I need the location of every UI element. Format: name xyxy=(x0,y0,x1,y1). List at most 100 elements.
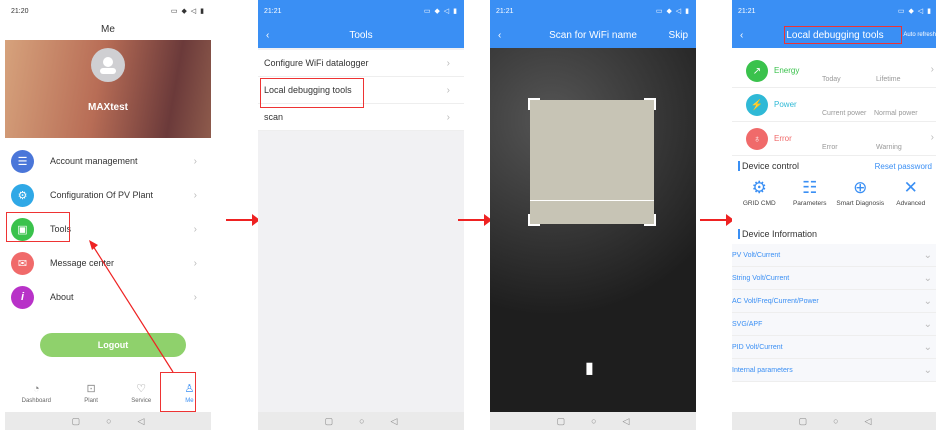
info-label: PID Volt/Current xyxy=(732,343,783,351)
chevron-right-icon: › xyxy=(930,132,934,143)
scan-corner xyxy=(528,98,540,110)
flashlight-icon[interactable]: ▮ xyxy=(585,358,594,378)
recent-apps-icon[interactable]: ▢ xyxy=(72,416,81,427)
crosshair-icon: ⊕ xyxy=(853,178,868,197)
header: 21:21 ▭ ◆ ◁ ▮ ‹ Tools xyxy=(258,0,464,48)
info-row[interactable]: Internal parameters ⌄ xyxy=(732,359,936,382)
home-icon[interactable]: ○ xyxy=(359,416,364,426)
home-icon[interactable]: ○ xyxy=(833,416,838,426)
status-time: 21:21 xyxy=(738,7,756,15)
card-error[interactable]: ♁ Error Error Warning › xyxy=(732,122,936,156)
scan-line xyxy=(530,200,654,201)
info-label: AC Volt/Freq/Current/Power xyxy=(732,297,819,305)
control-grid-cmd[interactable]: ⚙ GRID CMD xyxy=(735,178,783,224)
control-parameters[interactable]: ☷ Parameters xyxy=(786,178,834,224)
home-icon[interactable]: ○ xyxy=(591,416,596,426)
chevron-right-icon: › xyxy=(446,84,450,96)
info-row[interactable]: PID Volt/Current ⌄ xyxy=(732,336,936,359)
device-control-section: Device control Reset password xyxy=(732,156,936,176)
control-label: Advanced xyxy=(896,200,926,207)
error-icon: ♁ xyxy=(746,128,768,150)
chevron-down-icon: ⌄ xyxy=(923,364,932,376)
flow-arrow xyxy=(458,214,492,226)
info-label: String Volt/Current xyxy=(732,274,790,282)
section-title: Device Information xyxy=(742,229,818,239)
phone-local-debugging-screen: 21:21 ▭ ◆ ◁ ▮ ‹ Local debugging tools Aut… xyxy=(732,0,936,430)
back-icon[interactable]: ◁ xyxy=(138,416,145,427)
navbar: ‹ Tools xyxy=(258,22,464,48)
chevron-down-icon: ⌄ xyxy=(923,272,932,284)
page-title: Tools xyxy=(349,29,373,41)
system-nav-bar: ▢ ○ ◁ xyxy=(5,412,211,430)
chevron-right-icon: › xyxy=(930,64,934,75)
flow-arrow xyxy=(226,214,260,226)
info-row[interactable]: PV Volt/Current ⌄ xyxy=(732,244,936,267)
chevron-down-icon: ⌄ xyxy=(923,295,932,307)
status-icons: ▭ ◆ ◁ ▮ xyxy=(897,8,932,15)
card-power[interactable]: ⚡ Power Current power Normal power xyxy=(732,88,936,122)
normal-power: Normal power xyxy=(874,110,918,117)
error-count: Error xyxy=(822,144,838,151)
warning-count: Warning xyxy=(876,144,902,151)
sliders-icon: ☷ xyxy=(802,178,818,197)
home-icon[interactable]: ○ xyxy=(106,416,111,426)
back-icon[interactable]: ◁ xyxy=(623,416,630,427)
status-time: 21:21 xyxy=(264,7,282,15)
tool-label: Configure WiFi datalogger xyxy=(264,58,369,68)
control-label: GRID CMD xyxy=(742,200,776,207)
info-row[interactable]: AC Volt/Freq/Current/Power ⌄ xyxy=(732,290,936,313)
control-advanced[interactable]: ✕ Advanced xyxy=(887,178,935,224)
scan-window xyxy=(530,100,654,224)
back-icon[interactable]: ◁ xyxy=(391,416,398,427)
device-info-section: Device Information xyxy=(732,224,936,244)
energy-label: Energy xyxy=(774,66,800,75)
skip-button[interactable]: Skip xyxy=(669,30,688,41)
highlight-local-debugging xyxy=(260,78,364,108)
phone-tools-screen: 21:21 ▭ ◆ ◁ ▮ ‹ Tools Configure WiFi data… xyxy=(258,0,464,430)
power-icon: ⚡ xyxy=(746,94,768,116)
tool-configure-wifi[interactable]: Configure WiFi datalogger › xyxy=(258,50,464,77)
tool-scan[interactable]: scan › xyxy=(258,104,464,131)
control-smart-diagnosis[interactable]: ⊕ Smart Diagnosis xyxy=(836,178,884,224)
current-power: Current power xyxy=(822,110,867,117)
info-label: PV Volt/Current xyxy=(732,251,781,259)
system-nav-bar: ▢ ○ ◁ xyxy=(732,412,936,430)
recent-apps-icon[interactable]: ▢ xyxy=(325,416,334,427)
navbar: ‹ Scan for WiFi name Skip xyxy=(490,22,696,48)
page-title: Scan for WiFi name xyxy=(549,29,637,41)
chevron-down-icon: ⌄ xyxy=(923,341,932,353)
chevron-down-icon: ⌄ xyxy=(923,318,932,330)
energy-icon: ↗ xyxy=(746,60,768,82)
energy-lifetime: Lifetime xyxy=(876,76,901,83)
control-label: Smart Diagnosis xyxy=(836,200,885,207)
device-info-list: PV Volt/Current ⌄ String Volt/Current ⌄ AC… xyxy=(732,244,936,382)
system-nav-bar: ▢ ○ ◁ xyxy=(490,412,696,430)
info-row[interactable]: String Volt/Current ⌄ xyxy=(732,267,936,290)
auto-refresh-toggle[interactable]: Auto refresh xyxy=(903,32,936,38)
status-icons: ▭ ◆ ◁ ▮ xyxy=(655,8,690,15)
info-label: Internal parameters xyxy=(732,366,793,374)
power-label: Power xyxy=(774,100,797,109)
scan-corner xyxy=(644,98,656,110)
status-bar: 21:21 ▭ ◆ ◁ ▮ xyxy=(258,0,464,22)
recent-apps-icon[interactable]: ▢ xyxy=(557,416,566,427)
flow-arrow xyxy=(700,214,734,226)
recent-apps-icon[interactable]: ▢ xyxy=(799,416,808,427)
device-control-grid: ⚙ GRID CMD ☷ Parameters ⊕ Smart Diagnosis ✕… xyxy=(732,176,936,224)
error-label: Error xyxy=(774,134,792,143)
gear-icon: ⚙ xyxy=(751,178,767,197)
wrench-icon: ✕ xyxy=(903,178,918,197)
header: 21:21 ▭ ◆ ◁ ▮ ‹ Scan for WiFi name Skip xyxy=(490,0,696,48)
control-label: Parameters xyxy=(792,200,827,207)
info-row[interactable]: SVG/APF ⌄ xyxy=(732,313,936,336)
status-bar: 21:21 ▭ ◆ ◁ ▮ xyxy=(490,0,696,22)
info-label: SVG/APF xyxy=(732,320,763,328)
camera-preview: ▮ xyxy=(490,48,696,412)
system-nav-bar: ▢ ○ ◁ xyxy=(258,412,464,430)
reset-password-link[interactable]: Reset password xyxy=(875,162,932,171)
scan-corner xyxy=(644,214,656,226)
back-icon[interactable]: ◁ xyxy=(865,416,872,427)
section-title: Device control xyxy=(742,161,800,171)
scan-corner xyxy=(528,214,540,226)
card-energy[interactable]: ↗ Energy Today Lifetime › xyxy=(732,54,936,88)
